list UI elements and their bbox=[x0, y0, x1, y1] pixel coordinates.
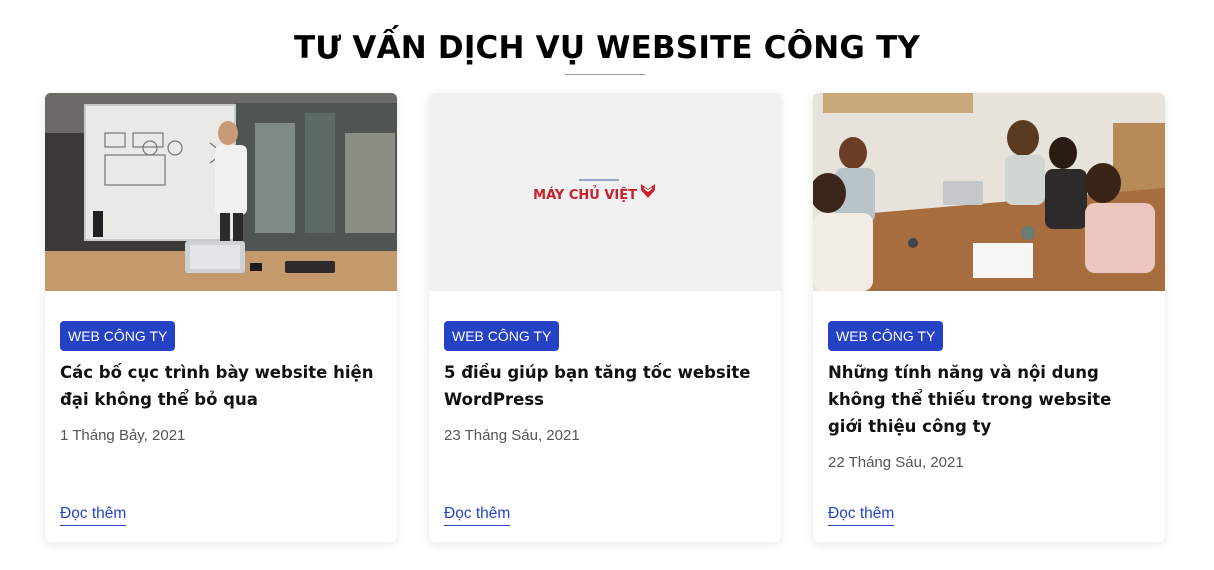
section-title: TƯ VẤN DỊCH VỤ WEBSITE CÔNG TY bbox=[293, 30, 921, 66]
whiteboard-office-photo-icon bbox=[45, 93, 397, 291]
article-thumbnail[interactable]: MÁY CHỦ VIỆT bbox=[429, 93, 781, 291]
article-date: 23 Tháng Sáu, 2021 bbox=[444, 427, 580, 444]
blog-section: TƯ VẤN DỊCH VỤ WEBSITE CÔNG TY WEB CÔNG … bbox=[0, 0, 1214, 570]
article-title[interactable]: Những tính năng và nội dung không thể th… bbox=[828, 359, 1143, 440]
title-divider bbox=[565, 74, 645, 75]
article-date: 1 Tháng Bảy, 2021 bbox=[60, 427, 186, 444]
article-date: 22 Tháng Sáu, 2021 bbox=[828, 454, 964, 471]
read-more-link[interactable]: Đọc thêm bbox=[828, 503, 895, 526]
article-thumbnail[interactable] bbox=[45, 93, 397, 291]
logo-text: MÁY CHỦ VIỆT bbox=[533, 186, 637, 203]
article-title[interactable]: 5 điều giúp bạn tăng tốc website WordPre… bbox=[444, 359, 759, 413]
category-badge[interactable]: WEB CÔNG TY bbox=[444, 321, 560, 351]
article-title[interactable]: Các bố cục trình bày website hiện đại kh… bbox=[60, 359, 375, 413]
article-card: MÁY CHỦ VIỆT WEB CÔNG TY 5 điều giúp bạn… bbox=[429, 93, 781, 542]
category-badge[interactable]: WEB CÔNG TY bbox=[60, 321, 176, 351]
category-badge[interactable]: WEB CÔNG TY bbox=[828, 321, 944, 351]
read-more-link[interactable]: Đọc thêm bbox=[60, 503, 127, 526]
article-card: WEB CÔNG TY Những tính năng và nội dung … bbox=[813, 93, 1165, 542]
article-thumbnail[interactable] bbox=[813, 93, 1165, 291]
read-more-link[interactable]: Đọc thêm bbox=[444, 503, 511, 526]
article-card: WEB CÔNG TY Các bố cục trình bày website… bbox=[45, 93, 397, 542]
may-chu-viet-logo-icon: MÁY CHỦ VIỆT bbox=[429, 93, 781, 291]
team-meeting-photo-icon bbox=[813, 93, 1165, 291]
